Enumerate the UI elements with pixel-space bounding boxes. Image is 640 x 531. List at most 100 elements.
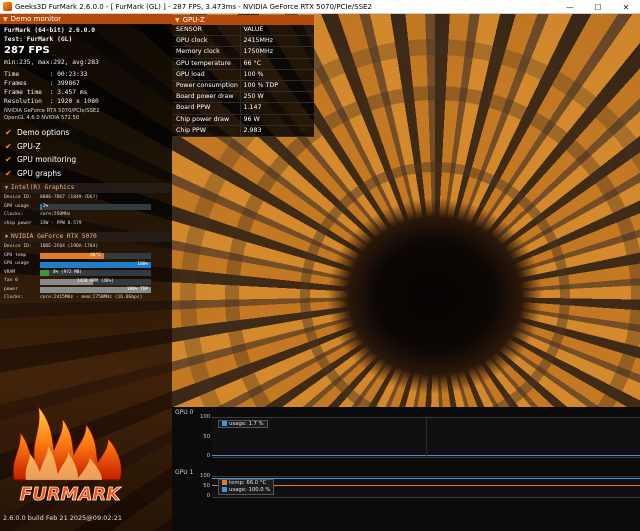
- sensor-value: 1.147: [239, 102, 314, 115]
- window-title: Geeks3D FurMark 2.6.0.0 - [ FurMark (GL)…: [15, 2, 372, 11]
- legend-swatch-temp: [222, 480, 227, 485]
- nvidia-gpu-header-label: NVIDIA GeForce RTX 5070: [11, 233, 97, 240]
- column-header-value: VALUE: [239, 25, 314, 37]
- label: power: [4, 286, 18, 292]
- renderer-info: NVIDIA GeForce RTX 5070/PCIe/SSE2: [4, 108, 100, 114]
- test-name: Test: FurMark (GL): [4, 36, 73, 43]
- gpu0-axis-100: 100: [200, 414, 211, 420]
- option-gpu-graphs[interactable]: ✔ GPU graphs: [0, 167, 172, 181]
- value: 10DE-2F04 (19DA-1764): [40, 244, 99, 249]
- table-row: Chip power draw 96 W: [173, 114, 314, 126]
- intel-gpu-header-label: Intel(R) Graphics: [11, 184, 75, 191]
- label: Clocks:: [4, 295, 24, 300]
- gpu1-axis-0: 0: [206, 493, 210, 499]
- value: core:2415MHz - mem:1750MHz (16.0Gbps): [40, 295, 143, 300]
- bar-text: 66°C: [90, 253, 101, 258]
- sensor-name: Power consumption: [173, 80, 240, 93]
- nvidia-power: power 100% TDP: [0, 286, 172, 295]
- furmark-flame-logo: FURMARK: [12, 404, 123, 505]
- label: Device ID:: [4, 195, 32, 200]
- table-row: Board PPW 1.147: [173, 102, 314, 115]
- intel-chip-power: chip power 33W - PPW 8.579: [0, 220, 172, 229]
- nvidia-gpu-usage: GPU usage 100%: [0, 260, 172, 269]
- label: Clocks:: [4, 212, 24, 217]
- legend-swatch-usage: [222, 487, 227, 492]
- time-readout: Time : 00:23:33: [4, 71, 88, 78]
- sensor-value: 100 % TDP: [239, 80, 314, 93]
- sensor-value: 96 W: [239, 114, 314, 126]
- collapse-triangle-icon: ▼: [5, 185, 9, 191]
- gpu0-graph: [212, 417, 640, 458]
- gpu1-graph-title: GPU 1: [175, 469, 194, 476]
- nvidia-gpu-header[interactable]: ▼ NVIDIA GeForce RTX 5070: [2, 232, 170, 242]
- option-label: Demo options: [17, 128, 70, 138]
- gpuz-header-label: GPU-Z: [182, 16, 205, 24]
- legend-temp: temp: 66.0 °C: [222, 480, 270, 487]
- collapse-triangle-icon: ▼: [175, 17, 180, 24]
- label: GPU usage: [4, 203, 29, 209]
- gpu1-axis-100: 100: [200, 473, 211, 479]
- option-gpu-z[interactable]: ✔ GPU-Z: [0, 140, 172, 154]
- window-titlebar: Geeks3D FurMark 2.6.0.0 - [ FurMark (GL)…: [0, 0, 640, 14]
- table-row: GPU clock 2415MHz: [173, 35, 314, 48]
- option-demo-options[interactable]: ✔ Demo options: [0, 126, 172, 140]
- app-name: FurMark (64-bit) 2.6.0.0: [4, 27, 95, 34]
- intel-clocks: Clocks: core:550MHz: [0, 211, 172, 220]
- intel-usage-fill: [40, 204, 43, 210]
- legend-temp-label: temp: 66.0 °C: [229, 480, 267, 486]
- close-button[interactable]: ✕: [612, 0, 640, 14]
- intel-gpu-header[interactable]: ▼ Intel(R) Graphics: [2, 183, 170, 193]
- value: 8086-7D67 (1849-7D67): [40, 195, 99, 200]
- sensor-value: 100 %: [239, 69, 314, 82]
- gpu1-temp-line: [212, 485, 640, 487]
- fps-value: 287 FPS: [4, 45, 50, 56]
- collapse-triangle-icon: ▼: [3, 16, 8, 23]
- legend-usage-label: usage: 100.0 %: [229, 487, 271, 493]
- gpu0-axis-50: 50: [203, 434, 210, 440]
- option-label: GPU monitoring: [17, 155, 77, 165]
- table-row: GPU load 100 %: [173, 69, 314, 82]
- minimize-button[interactable]: —: [556, 0, 584, 14]
- graph-divider: [426, 418, 427, 457]
- opengl-info: OpenGL 4.6.0 NVIDIA 572.50: [4, 115, 80, 121]
- option-gpu-monitoring[interactable]: ✔ GPU monitoring: [0, 153, 172, 167]
- gpu0-graph-title: GPU 0: [175, 409, 194, 416]
- label: Device ID:: [4, 244, 32, 249]
- maximize-button[interactable]: ☐: [584, 0, 612, 14]
- table-header-row: SENSOR VALUE: [173, 25, 314, 37]
- vram-fill: [40, 270, 49, 276]
- demo-monitor-header[interactable]: ▼ Demo monitor: [0, 14, 172, 24]
- nvidia-device-id: Device ID: 10DE-2F04 (19DA-1764): [0, 243, 172, 252]
- build-info: 2.6.0.0 build Feb 21 2025@09:02:21: [3, 514, 123, 522]
- intel-device-id: Device ID: 8086-7D67 (1849-7D67): [0, 194, 172, 203]
- gpuz-panel: ▼ GPU-Z SENSOR VALUE GPU clock 2415MHz Memo…: [172, 15, 314, 138]
- gpu0-axis-0: 0: [206, 453, 210, 459]
- sensor-name: Memory clock: [173, 46, 240, 59]
- sensor-value: 250 W: [239, 91, 314, 104]
- nvidia-fan: fan 0 1438 RPM (48%): [0, 277, 172, 286]
- label: GPU usage: [4, 261, 29, 266]
- fps-stats: min:235, max:292, avg:283: [4, 59, 99, 66]
- sensor-name: GPU clock: [173, 35, 240, 48]
- vram-bar: 8% (972 MB): [40, 270, 151, 276]
- bar-text: 100% TDP: [126, 287, 148, 292]
- sensor-name: Chip PPW: [173, 125, 240, 138]
- table-row: Board power draw 250 W: [173, 91, 314, 104]
- temp-bar: 66°C: [40, 253, 151, 259]
- label: VRAM: [4, 269, 16, 275]
- fan-bar: 1438 RPM (48%): [40, 278, 151, 285]
- label: chip power: [4, 220, 32, 226]
- table-row: GPU temperature 66 °C: [173, 58, 314, 70]
- usage-fill: [40, 261, 151, 268]
- usage-bar: 100%: [40, 261, 151, 268]
- bar-text: 2%: [43, 204, 49, 209]
- option-label: GPU-Z: [17, 141, 41, 151]
- bar-text: 100%: [137, 261, 148, 267]
- gpu1-legend: temp: 66.0 °C usage: 100.0 %: [218, 479, 275, 495]
- column-header-sensor: SENSOR: [173, 25, 240, 37]
- table-row: Power consumption 100 % TDP: [173, 80, 314, 93]
- intel-usage-bar: 2%: [40, 204, 151, 210]
- label: fan 0: [4, 278, 18, 283]
- collapse-triangle-icon: ▼: [5, 234, 9, 240]
- gpuz-header[interactable]: ▼ GPU-Z: [172, 15, 314, 25]
